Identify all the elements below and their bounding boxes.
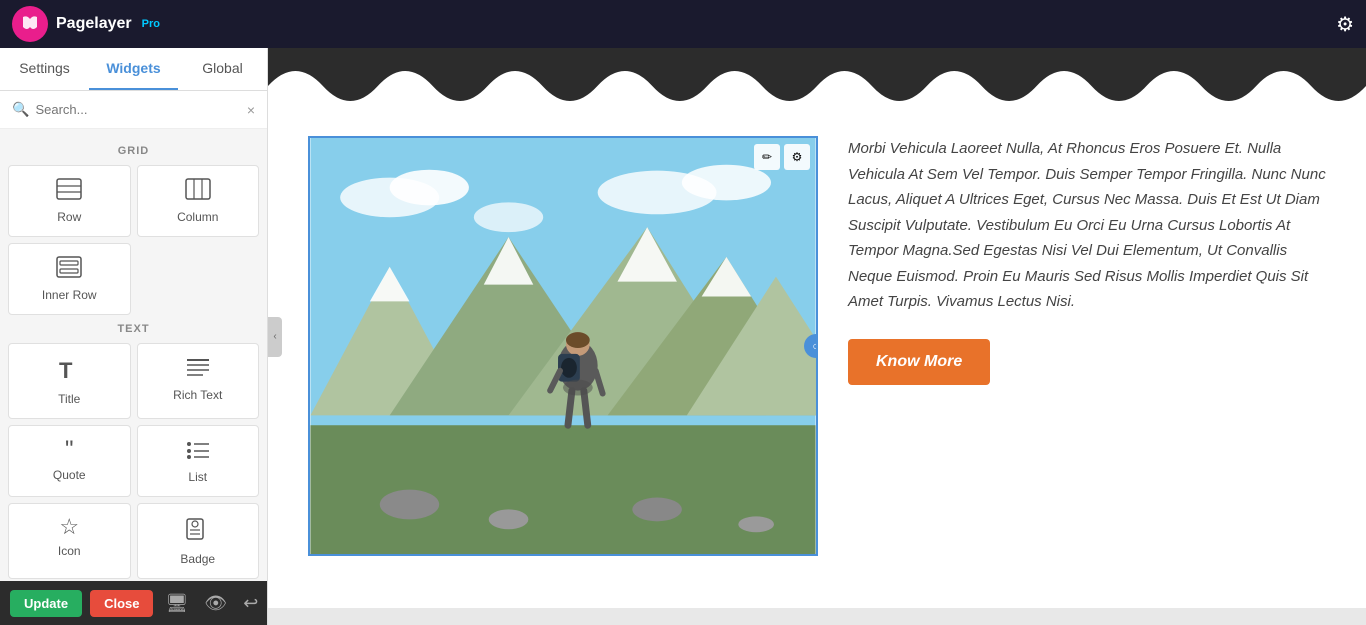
widget-quote[interactable]: " Quote [8, 425, 131, 497]
tab-settings[interactable]: Settings [0, 48, 89, 90]
desktop-icon[interactable]: 🖥 [161, 589, 192, 618]
title-icon: T [56, 356, 82, 386]
logo-text: Pagelayer [56, 15, 132, 33]
update-button[interactable]: Update [10, 590, 82, 617]
mountain-image [310, 138, 816, 554]
logo-icon [12, 6, 48, 42]
image-edit-bar: ✏ ⚙ [754, 144, 810, 170]
body-text: Morbi Vehicula Laoreet Nulla, At Rhoncus… [848, 136, 1326, 315]
text-widgets: T Title Rich Text [8, 343, 259, 579]
widget-title[interactable]: T Title [8, 343, 131, 419]
gear-icon[interactable]: ⚙ [1336, 12, 1354, 37]
search-bar: 🔍 × [0, 91, 267, 129]
widget-icon[interactable]: ☆ Icon [8, 503, 131, 579]
badge-icon [185, 516, 211, 546]
widget-rich-text[interactable]: Rich Text [137, 343, 260, 419]
rich-text-icon [185, 356, 211, 382]
row-icon [56, 178, 82, 204]
logo: Pagelayer Pro [12, 6, 160, 42]
text-content: Morbi Vehicula Laoreet Nulla, At Rhoncus… [848, 136, 1326, 385]
search-input[interactable] [35, 102, 240, 117]
collapse-handle[interactable]: ‹ [268, 317, 282, 357]
sidebar-tabs: Settings Widgets Global [0, 48, 267, 91]
title-widget-label: Title [58, 392, 80, 406]
section-grid-label: GRID [8, 145, 259, 157]
content-section: ✏ ⚙ ○ Morbi Vehicula Laoreet Nulla, At R… [268, 116, 1366, 576]
canvas-inner: ✏ ⚙ ○ Morbi Vehicula Laoreet Nulla, At R… [268, 48, 1366, 608]
inner-row-icon [56, 256, 82, 282]
image-settings-icon[interactable]: ⚙ [784, 144, 810, 170]
tab-widgets[interactable]: Widgets [89, 48, 178, 90]
tab-global[interactable]: Global [178, 48, 267, 90]
know-more-button[interactable]: Know More [848, 339, 990, 385]
list-icon [185, 438, 211, 464]
main-layout: Settings Widgets Global 🔍 × GRID [0, 48, 1366, 625]
row-label: Row [57, 210, 81, 224]
history-icon[interactable]: ↩ [239, 589, 262, 618]
widget-row[interactable]: Row [8, 165, 131, 237]
badge-label: Badge [180, 552, 215, 566]
column-icon [185, 178, 211, 204]
column-label: Column [177, 210, 218, 224]
icon-label: Icon [58, 544, 81, 558]
grid-widgets: Row Column [8, 165, 259, 315]
section-text-label: TEXT [8, 323, 259, 335]
bottom-bar: Update Close 🖥 👁 ↩ ⊕ [0, 581, 267, 625]
logo-pro: Pro [142, 18, 160, 30]
image-wrapper[interactable]: ✏ ⚙ ○ [308, 136, 818, 556]
rich-text-label: Rich Text [173, 388, 222, 402]
close-button[interactable]: Close [90, 590, 153, 617]
widget-column[interactable]: Column [137, 165, 260, 237]
search-icon: 🔍 [12, 101, 29, 118]
image-edit-icon[interactable]: ✏ [754, 144, 780, 170]
icon-widget-icon: ☆ [59, 516, 79, 538]
quote-icon: " [65, 438, 74, 462]
sidebar: Settings Widgets Global 🔍 × GRID [0, 48, 268, 625]
svg-text:T: T [59, 358, 73, 382]
eye-icon[interactable]: 👁 [200, 589, 231, 618]
widget-badge[interactable]: Badge [137, 503, 260, 579]
list-label: List [188, 470, 207, 484]
inner-row-label: Inner Row [42, 288, 97, 302]
quote-label: Quote [53, 468, 86, 482]
canvas-area: ‹ [268, 48, 1366, 625]
top-header: Pagelayer Pro ⚙ [0, 0, 1366, 48]
widgets-panel: GRID Row [0, 129, 267, 581]
wave-header [268, 48, 1366, 116]
widget-list[interactable]: List [137, 425, 260, 497]
widget-inner-row[interactable]: Inner Row [8, 243, 131, 315]
search-clear-button[interactable]: × [247, 102, 255, 118]
